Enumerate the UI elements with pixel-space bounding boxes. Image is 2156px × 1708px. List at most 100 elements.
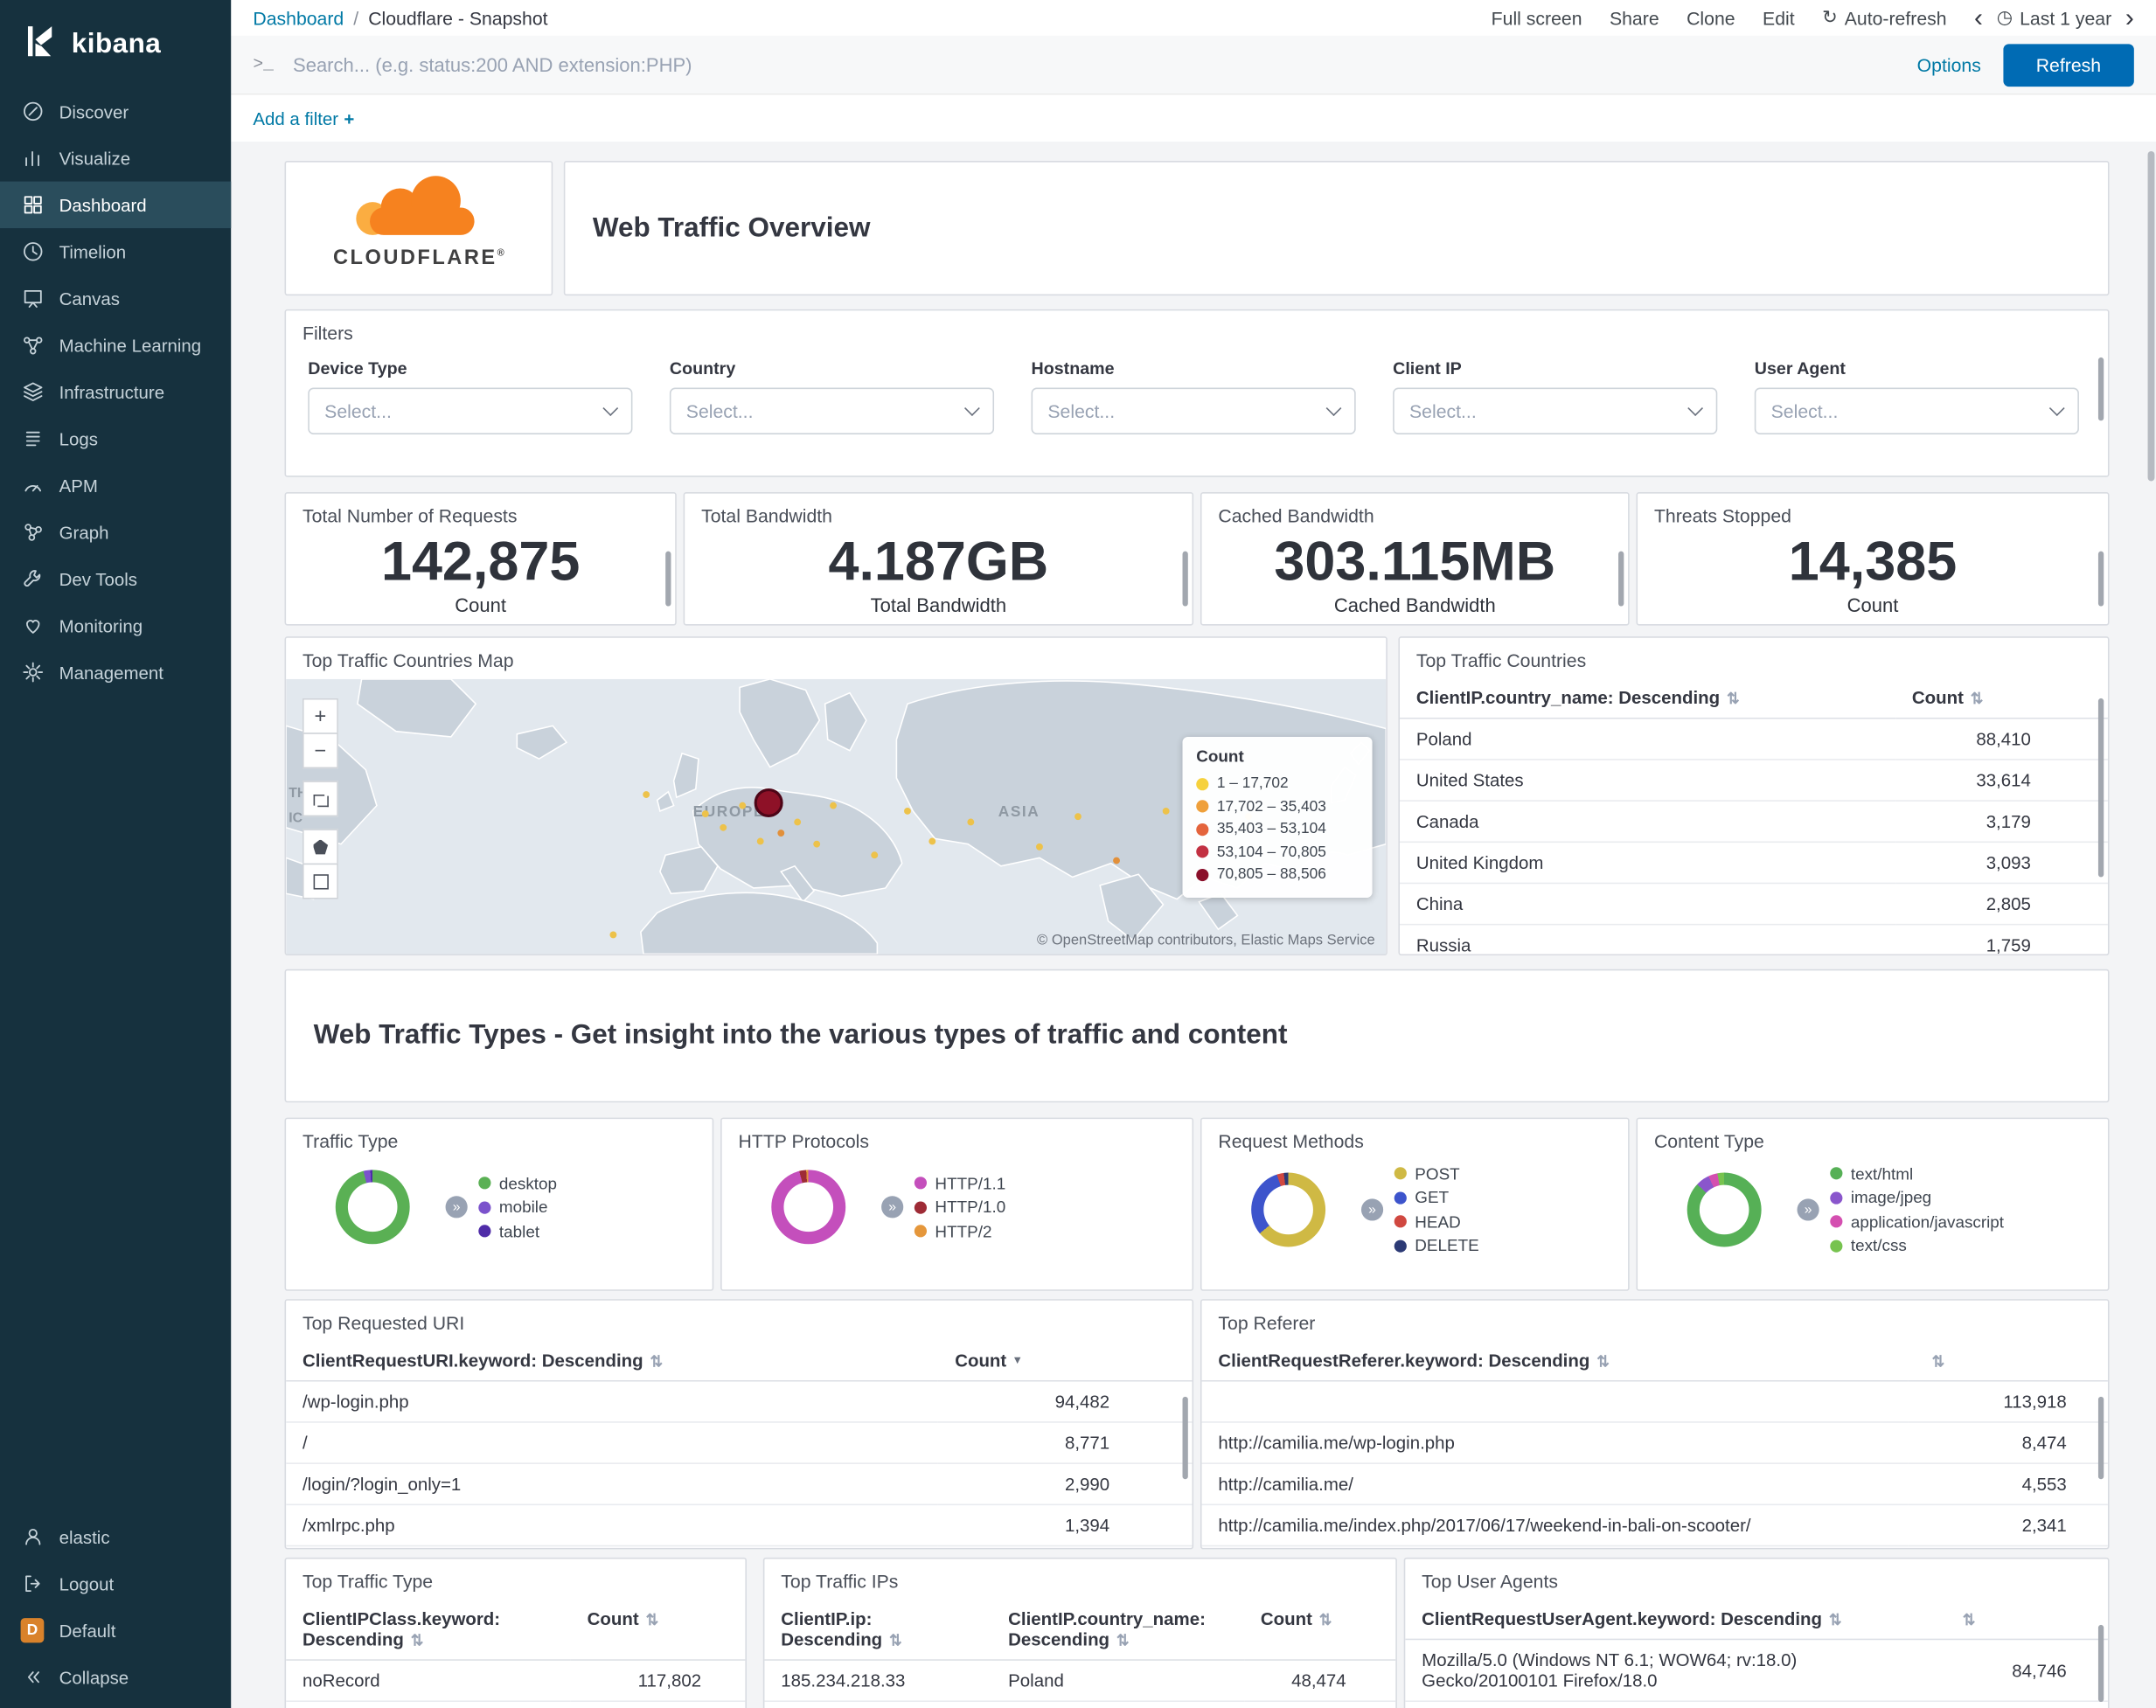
- request-methods-donut-chart[interactable]: [1251, 1172, 1326, 1247]
- content-type-donut-chart[interactable]: [1687, 1172, 1762, 1247]
- sidebar-item-monitoring[interactable]: Monitoring: [0, 602, 231, 649]
- metric-value: 303.115MB: [1274, 531, 1556, 593]
- zoom-in-button[interactable]: +: [302, 698, 338, 734]
- donut-legend: text/html image/jpeg application/javascr…: [1830, 1162, 2004, 1258]
- column-header-user-agent[interactable]: ClientRequestUserAgent.keyword: Descendi…: [1405, 1599, 1940, 1641]
- legend-item[interactable]: text/html: [1830, 1162, 2004, 1186]
- http-protocols-donut-chart[interactable]: [771, 1170, 846, 1245]
- panel-total-requests: Total Number of Requests 142,875 Count: [284, 492, 677, 626]
- legend-item[interactable]: DELETE: [1394, 1233, 1479, 1258]
- draw-polygon-button[interactable]: [302, 829, 338, 865]
- user-agent-select[interactable]: Select...: [1754, 387, 2079, 434]
- legend-item[interactable]: text/css: [1830, 1233, 2004, 1258]
- sort-icon: ⇅: [1931, 1354, 1945, 1371]
- panel-scrollbar[interactable]: [1182, 1396, 1188, 1480]
- panel-scrollbar[interactable]: [2097, 1396, 2104, 1480]
- column-header-count[interactable]: ⇅: [1939, 1599, 2108, 1641]
- polygon-icon: [312, 839, 329, 855]
- edit-button[interactable]: Edit: [1763, 8, 1795, 29]
- sidebar-item-default-space[interactable]: D Default: [0, 1607, 231, 1653]
- legend-item[interactable]: POST: [1394, 1162, 1479, 1186]
- legend-title: Count: [1196, 746, 1244, 766]
- sidebar-item-canvas[interactable]: Canvas: [0, 275, 231, 322]
- sidebar-item-graph[interactable]: Graph: [0, 509, 231, 555]
- panel-scrollbar[interactable]: [2097, 357, 2104, 421]
- panel-scrollbar[interactable]: [1618, 551, 1624, 607]
- sidebar-item-label: Logout: [59, 1573, 115, 1594]
- legend-item[interactable]: image/jpeg: [1830, 1185, 2004, 1210]
- breadcrumb-dashboard-link[interactable]: Dashboard: [253, 8, 344, 29]
- search-input[interactable]: [289, 52, 1901, 78]
- column-header-class[interactable]: ClientIPClass.keyword: Descending ⇅: [286, 1599, 571, 1661]
- column-header-country[interactable]: ClientIP.country_name: Descending ⇅: [991, 1599, 1245, 1661]
- sort-icon: ⇅: [1727, 691, 1740, 708]
- legend-expand-icon[interactable]: »: [1360, 1198, 1384, 1221]
- legend-dot: [914, 1177, 927, 1190]
- legend-expand-icon[interactable]: »: [445, 1196, 468, 1219]
- panel-scrollbar[interactable]: [1182, 551, 1188, 607]
- sidebar-item-management[interactable]: Management: [0, 649, 231, 695]
- legend-expand-icon[interactable]: »: [1797, 1198, 1819, 1221]
- sidebar-item-machine-learning[interactable]: Machine Learning: [0, 322, 231, 368]
- map-attribution[interactable]: © OpenStreetMap contributors, Elastic Ma…: [1037, 932, 1375, 948]
- panel-top-countries: Top Traffic Countries ClientIP.country_n…: [1398, 636, 2110, 956]
- options-link[interactable]: Options: [1917, 54, 1981, 75]
- legend-expand-icon[interactable]: »: [881, 1196, 904, 1219]
- apm-icon: [21, 474, 45, 497]
- traffic-type-donut-chart[interactable]: [335, 1170, 410, 1245]
- time-range-picker[interactable]: ◷ Last 1 year: [1997, 7, 2111, 29]
- legend-item[interactable]: HTTP/1.1: [914, 1171, 1005, 1196]
- country-select[interactable]: Select...: [669, 387, 995, 434]
- column-header-count[interactable]: Count ⇅: [1244, 1599, 1396, 1661]
- sidebar-item-collapse[interactable]: Collapse: [0, 1654, 231, 1700]
- fit-bounds-button[interactable]: [302, 781, 338, 817]
- kibana-logo[interactable]: kibana: [0, 0, 231, 88]
- legend-item[interactable]: GET: [1394, 1185, 1479, 1210]
- sidebar-item-visualize[interactable]: Visualize: [0, 135, 231, 181]
- add-filter-link[interactable]: Add a filter +: [253, 108, 354, 128]
- legend-item[interactable]: tablet: [478, 1219, 557, 1244]
- column-header-count[interactable]: Count ⇅: [1895, 677, 2108, 719]
- panel-scrollbar[interactable]: [665, 551, 671, 607]
- time-back-button[interactable]: ‹: [1974, 5, 1983, 31]
- column-header-count[interactable]: Count ▼: [938, 1340, 1193, 1382]
- legend-item[interactable]: HEAD: [1394, 1210, 1479, 1234]
- sidebar-item-logs[interactable]: Logs: [0, 415, 231, 462]
- legend-dot: [478, 1200, 491, 1213]
- page-scrollbar[interactable]: [2147, 150, 2155, 482]
- legend-item[interactable]: HTTP/2: [914, 1219, 1005, 1244]
- panel-scrollbar[interactable]: [2097, 698, 2104, 878]
- panel-scrollbar[interactable]: [2097, 551, 2104, 607]
- auto-refresh-button[interactable]: ↻ Auto-refresh: [1822, 7, 1947, 29]
- column-header-count[interactable]: ⇅: [1908, 1340, 2108, 1382]
- table-row: Canada 3,179: [1400, 801, 2108, 844]
- sidebar-item-discover[interactable]: Discover: [0, 88, 231, 135]
- column-header-ip[interactable]: ClientIP.ip: Descending ⇅: [764, 1599, 992, 1661]
- legend-item[interactable]: application/javascript: [1830, 1210, 2004, 1234]
- column-header-uri[interactable]: ClientRequestURI.keyword: Descending ⇅: [286, 1340, 939, 1382]
- refresh-button[interactable]: Refresh: [2002, 43, 2134, 87]
- sidebar-item-infrastructure[interactable]: Infrastructure: [0, 368, 231, 414]
- clone-button[interactable]: Clone: [1687, 8, 1735, 29]
- hostname-select[interactable]: Select...: [1031, 387, 1356, 434]
- draw-rectangle-button[interactable]: [302, 863, 338, 899]
- client-ip-select[interactable]: Select...: [1393, 387, 1718, 434]
- device-type-select[interactable]: Select...: [308, 387, 633, 434]
- column-header-country[interactable]: ClientIP.country_name: Descending ⇅: [1400, 677, 1895, 719]
- sidebar-item-elastic-user[interactable]: elastic: [0, 1514, 231, 1560]
- column-header-count[interactable]: Count ⇅: [570, 1599, 746, 1661]
- legend-item[interactable]: mobile: [478, 1195, 557, 1219]
- legend-item[interactable]: desktop: [478, 1171, 557, 1196]
- sidebar-item-dashboard[interactable]: Dashboard: [0, 181, 232, 229]
- full-screen-button[interactable]: Full screen: [1492, 8, 1582, 29]
- sidebar-item-logout[interactable]: Logout: [0, 1560, 231, 1607]
- time-forward-button[interactable]: ›: [2125, 5, 2134, 31]
- sidebar-item-timelion[interactable]: Timelion: [0, 228, 231, 274]
- column-header-referer[interactable]: ClientRequestReferer.keyword: Descending…: [1201, 1340, 1909, 1382]
- panel-scrollbar[interactable]: [2097, 1624, 2104, 1703]
- sidebar-item-dev-tools[interactable]: Dev Tools: [0, 555, 231, 601]
- zoom-out-button[interactable]: −: [302, 732, 338, 769]
- share-button[interactable]: Share: [1610, 8, 1659, 29]
- sidebar-item-apm[interactable]: APM: [0, 462, 231, 508]
- legend-item[interactable]: HTTP/1.0: [914, 1195, 1005, 1219]
